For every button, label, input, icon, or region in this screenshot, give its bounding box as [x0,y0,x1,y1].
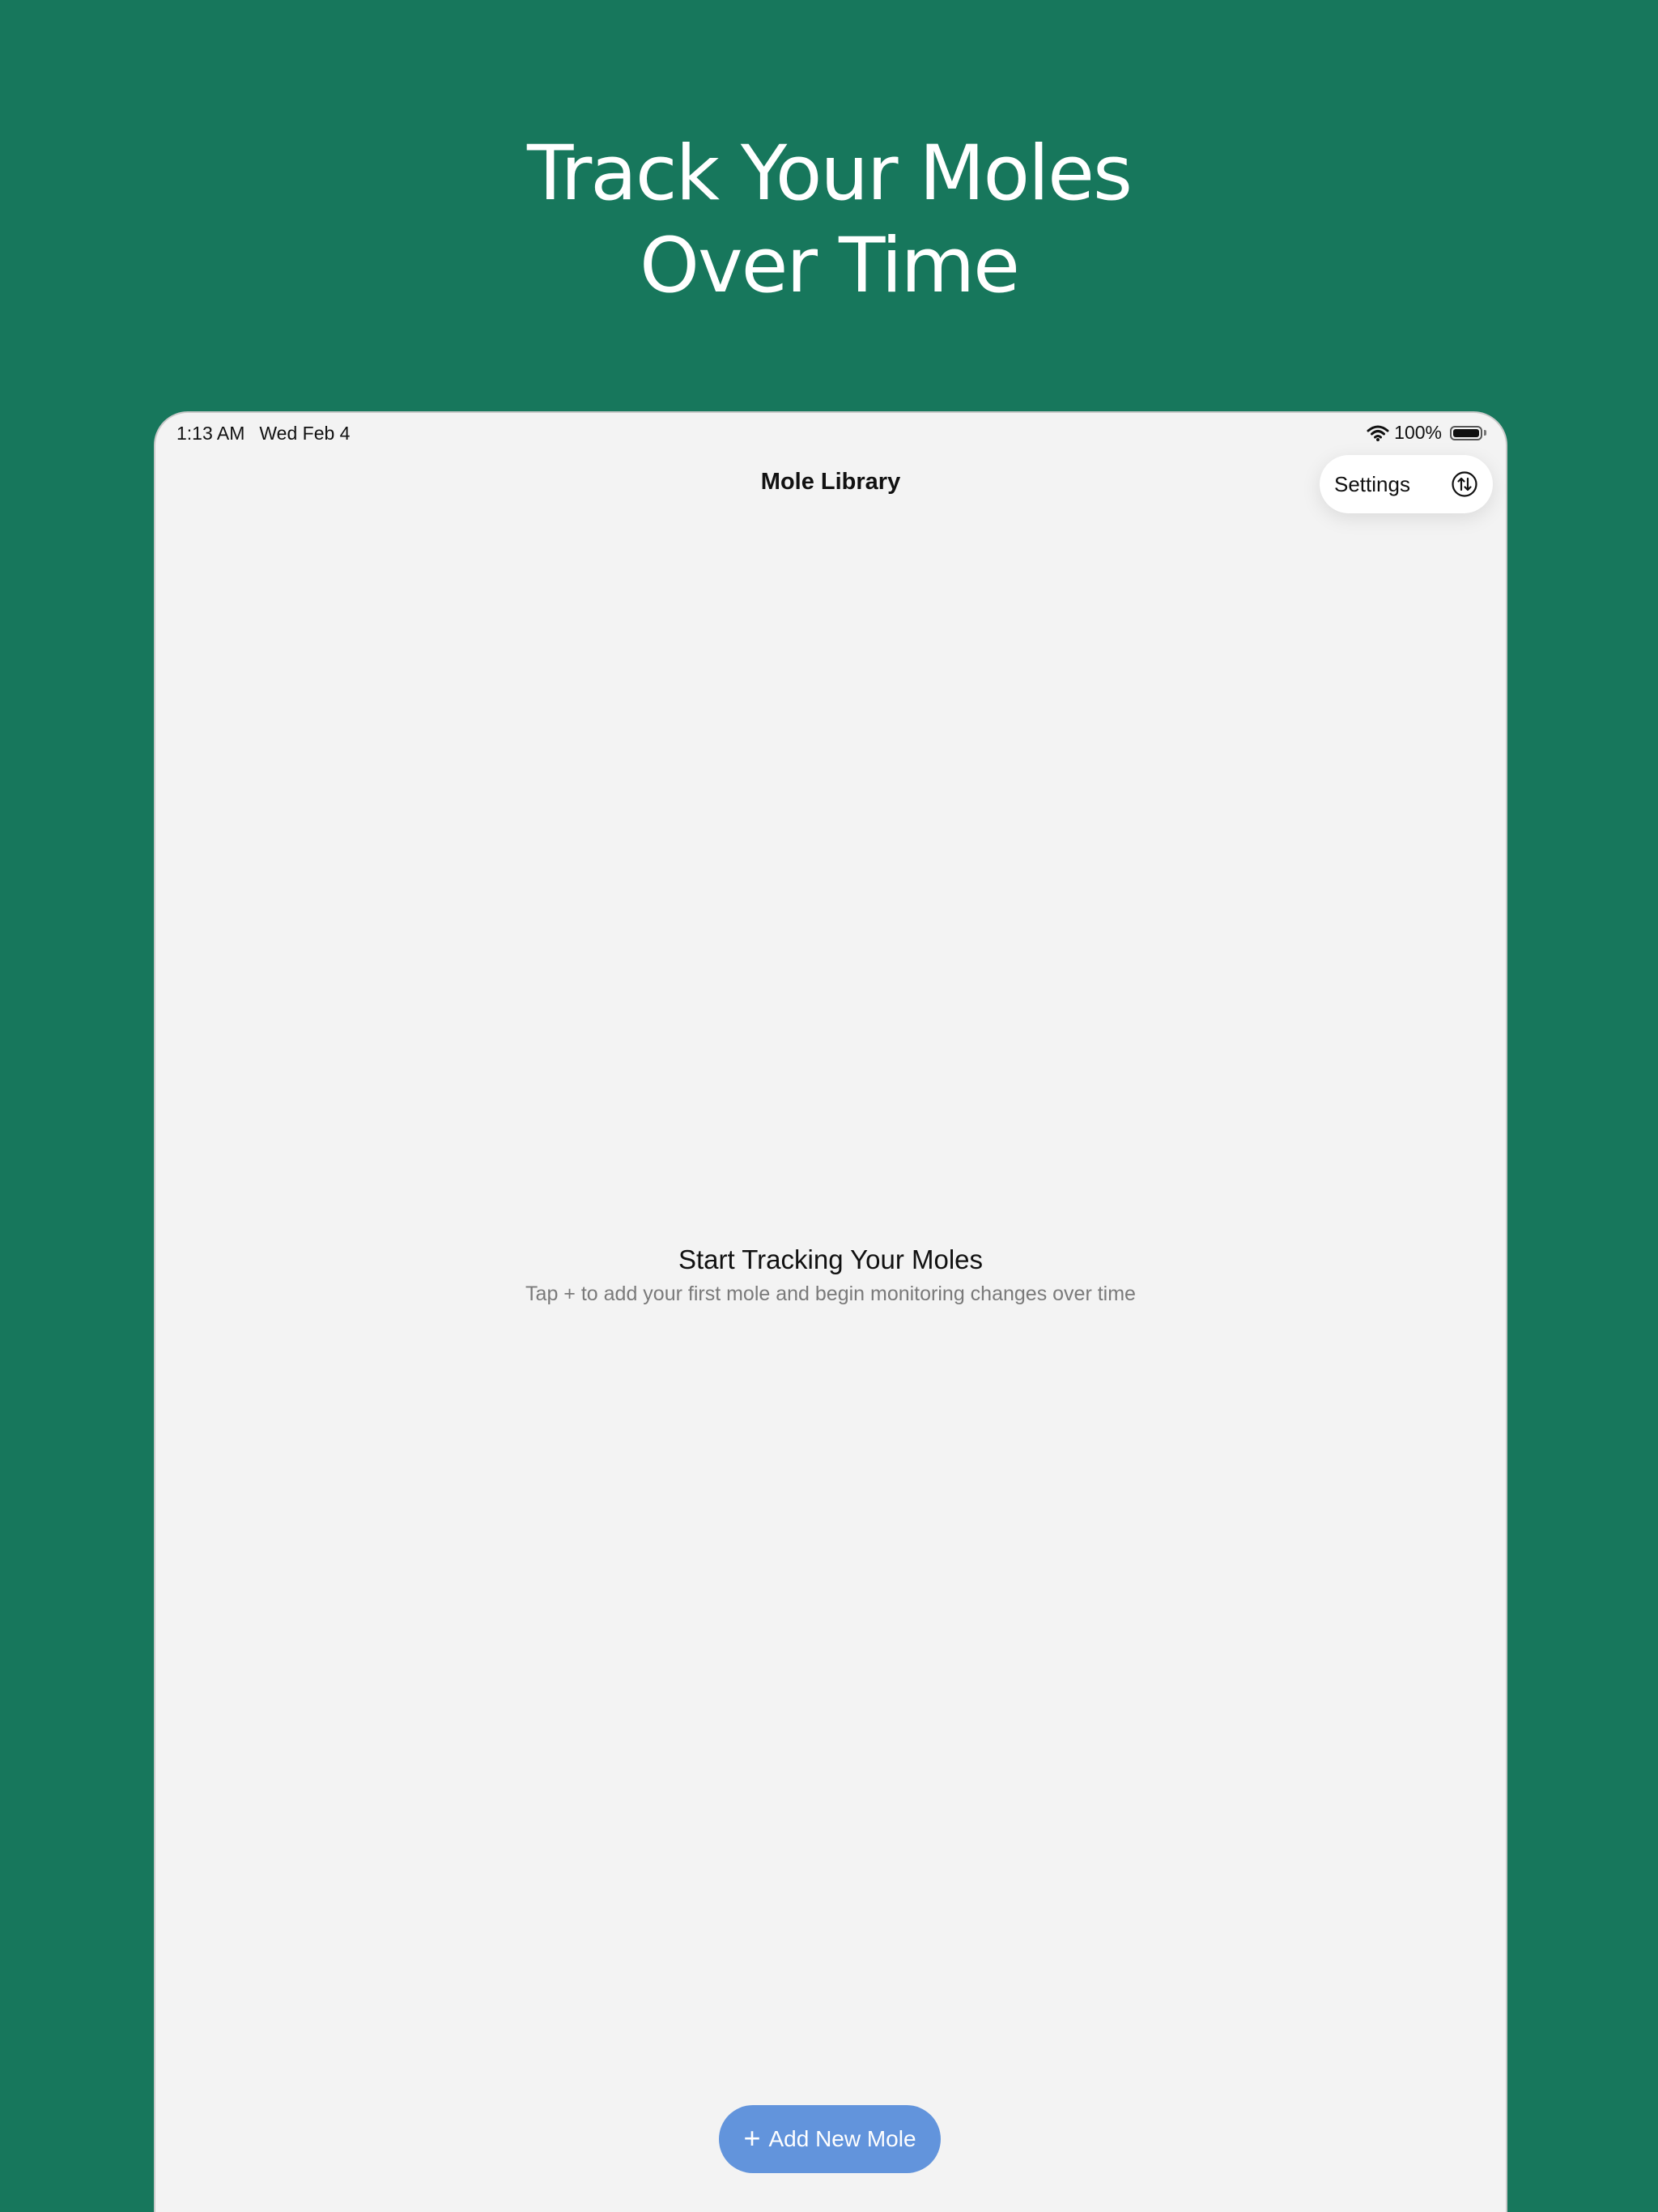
settings-menu[interactable]: Settings [1320,455,1493,513]
settings-button[interactable]: Settings [1334,472,1410,497]
sort-arrows-icon[interactable] [1451,470,1478,498]
plus-icon: + [743,2121,761,2155]
device-screen: 1:13 AM Wed Feb 4 100% Mole Library Sett… [154,411,1507,2212]
empty-state: Start Tracking Your Moles Tap + to add y… [155,1244,1506,1306]
page-title: Mole Library [760,469,901,495]
add-new-mole-label: Add New Mole [768,2126,916,2151]
status-bar: 1:13 AM Wed Feb 4 100% [155,413,1506,453]
battery-tip [1484,430,1486,436]
empty-state-subtitle: Tap + to add your first mole and begin m… [525,1283,1136,1305]
wifi-icon [1367,425,1389,441]
add-new-mole-button[interactable]: + Add New Mole [719,2105,941,2173]
hero-line-2: Over Time [639,222,1020,310]
hero-headline: Track Your Moles Over Time [0,128,1658,313]
battery-fill [1453,428,1479,437]
status-date: Wed Feb 4 [259,423,351,444]
hero-line-1: Track Your Moles [527,130,1133,218]
battery-icon [1450,425,1482,440]
status-right: 100% [1367,422,1486,444]
empty-state-title: Start Tracking Your Moles [678,1244,984,1274]
battery-percent: 100% [1394,422,1442,443]
status-time: 1:13 AM [176,423,245,444]
status-left: 1:13 AM Wed Feb 4 [176,423,350,445]
